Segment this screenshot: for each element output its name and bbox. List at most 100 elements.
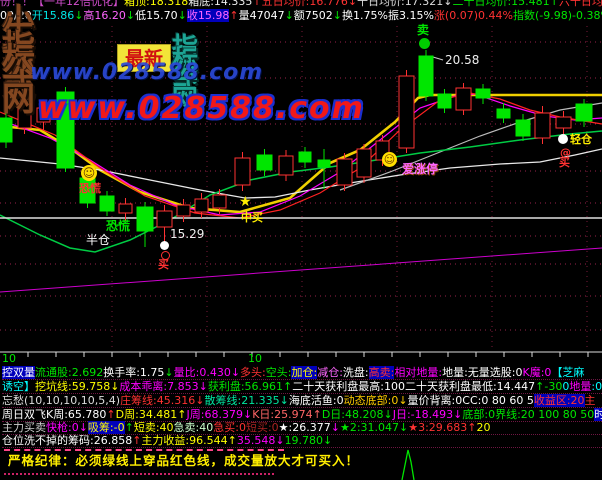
row-kdj: 周日双飞 K周:65.780↑D周:34.481↑J周:68.379↓K日:25… xyxy=(2,408,602,422)
text-segment: 急买:0 xyxy=(213,421,246,434)
text-segment: 0 xyxy=(562,380,569,393)
row-volume-control: 控双量 流通股:2.692 换手率:1.75↓量比:0.430↓多头:空头:加仓… xyxy=(2,366,602,380)
candle xyxy=(337,159,352,185)
text-segment: 主力买卖 xyxy=(2,421,46,434)
text-segment: 短买:0 xyxy=(246,421,279,434)
text-segment: 洗不掉的筹码:26.858 xyxy=(24,434,132,447)
row-chips: 忘愁(10,10,10,10,5,4) 庄筹线:45.316↓散筹线:21.33… xyxy=(2,394,602,408)
text-segment: ↑ xyxy=(535,380,544,393)
text-segment: ↓ xyxy=(333,9,342,22)
text-segment: 收益区:20 xyxy=(534,394,585,407)
text-segment: 收15.98 xyxy=(187,9,230,22)
text-segment: ↓ xyxy=(331,421,340,434)
text-segment: 散筹线:21.335↓ xyxy=(204,394,288,407)
text-segment: 周日双飞 xyxy=(2,408,46,421)
text-segment: D日:48.208↓ xyxy=(322,408,393,421)
text-segment: 高16.20 xyxy=(83,9,126,22)
candle xyxy=(556,117,571,128)
candle xyxy=(137,207,153,231)
text-segment: 忘愁(10,10,10,10,5,4) xyxy=(2,394,120,407)
text-segment: 二十日均价:15.481↑ xyxy=(452,0,558,8)
stats-row-1: 份！！【一年12倍优化】箱顶:18.318 箱底:14.335↑五日均价:16.… xyxy=(0,0,602,8)
candle xyxy=(57,92,74,168)
text-segment: 底部:0 xyxy=(462,408,495,421)
text-segment: 35.548↓ xyxy=(237,434,285,447)
text-segment: ↓ xyxy=(178,9,187,22)
text-segment: ↓ xyxy=(285,9,294,22)
text-segment: 洗盘: xyxy=(343,366,369,379)
candle xyxy=(476,89,490,98)
text-segment: ↓ xyxy=(231,366,240,379)
text-segment: 无量选股:0 xyxy=(468,366,523,379)
axis-label: 10 xyxy=(2,352,16,364)
candle xyxy=(516,120,530,136)
text-segment: 控双量 xyxy=(2,366,35,379)
text-segment: 20 xyxy=(477,421,491,434)
text-segment: 量价背离:0 xyxy=(408,394,463,407)
text-segment: 十日均价:17.321↓ xyxy=(357,0,452,8)
text-segment: 振3.15% xyxy=(388,9,434,22)
candle xyxy=(257,155,272,170)
candle xyxy=(37,108,50,122)
text-segment: 吸筹:-0 xyxy=(88,421,125,434)
trend-magenta xyxy=(0,248,602,292)
candle xyxy=(399,76,414,148)
candle xyxy=(279,156,293,175)
text-segment: 二十天获利盘最低:14.447 xyxy=(405,380,535,393)
row-pit-line: 诱空】挖坑线:59.758↓成本乖离:7.853↓获利盘:56.961↑二十天获… xyxy=(2,380,602,394)
stock-chart-window: 份！！【一年12倍优化】箱顶:18.318 箱底:14.335↑五日均价:16.… xyxy=(0,0,602,480)
text-segment: 减仓: xyxy=(317,366,343,379)
separator-dotted xyxy=(4,473,274,475)
text-segment: 箱底:14.335 xyxy=(188,0,252,8)
text-segment: 涨(0.07)0.44% xyxy=(434,9,513,22)
text-segment: ↑ xyxy=(125,421,134,434)
candle xyxy=(376,141,389,160)
text-segment: 额7502 xyxy=(294,9,333,22)
text-segment: 庄筹线:45.316↓ xyxy=(120,394,204,407)
text-segment: ↓ xyxy=(126,9,135,22)
text-segment: K魔:0 xyxy=(523,366,552,379)
candle xyxy=(80,178,95,203)
row-main-force: 主力买卖 快枪:0↓吸筹:-0↑短卖:40 急卖:40 急买:0 短买:0 ★:… xyxy=(2,421,602,435)
text-segment: -30 xyxy=(544,380,562,393)
text-segment: 五日均价:16.776↓ xyxy=(262,0,357,8)
text-segment: D周:34.481↑ xyxy=(116,408,187,421)
text-segment: 相对地量: xyxy=(394,366,442,379)
text-segment: 时 xyxy=(594,408,602,421)
candle xyxy=(357,149,371,177)
text-segment: 界线:20 100 80 50 xyxy=(495,408,594,421)
text-segment: ↑ xyxy=(229,9,238,22)
text-segment: ★3:29.683↑ xyxy=(408,421,476,434)
text-segment: 19.780↓ xyxy=(285,434,333,447)
candle xyxy=(235,158,250,185)
text-segment: 【芝麻 xyxy=(551,366,584,379)
text-segment: 量47047 xyxy=(239,9,285,22)
candle xyxy=(157,211,172,227)
candle xyxy=(497,109,510,118)
candle xyxy=(438,94,451,108)
candlestick-chart[interactable]: 1010 xyxy=(0,0,602,364)
text-segment: 09/20 xyxy=(0,9,32,22)
candle xyxy=(0,118,12,142)
text-segment: 低15.70 xyxy=(135,9,178,22)
text-segment: 主力收益:96.544↑ xyxy=(141,434,236,447)
text-segment: 加仓: xyxy=(291,366,317,379)
text-segment: 获利盘:56.961↑ xyxy=(208,380,292,393)
row-position: 仓位 洗不掉的筹码:26.858↑主力收益:96.544↑35.548↓19.7… xyxy=(2,434,602,448)
stats-row-2: 09/20 开15.86↓高16.20↓低15.70↓收15.98↑量47047… xyxy=(0,9,602,22)
text-segment: CC:0 80 60 5 xyxy=(462,394,534,407)
text-segment: 地量: xyxy=(442,366,468,379)
candle xyxy=(535,113,550,138)
text-segment: ↑ xyxy=(252,0,261,8)
text-segment: 挖坑线:59.758↓ xyxy=(35,380,119,393)
text-segment: 量比:0.430 xyxy=(174,366,231,379)
separator-dashed xyxy=(4,449,284,451)
text-segment: 多头: xyxy=(240,366,266,379)
candle xyxy=(456,88,471,110)
text-segment: ↑ xyxy=(132,434,141,447)
text-segment: K周:65.780 xyxy=(46,408,106,421)
text-segment: 流通股:2.692 xyxy=(35,366,103,379)
text-segment: 高卖: xyxy=(369,366,395,379)
text-segment: J周:68.379↓ xyxy=(187,408,253,421)
text-segment: 份！！【一年12倍优化】 xyxy=(0,0,124,8)
